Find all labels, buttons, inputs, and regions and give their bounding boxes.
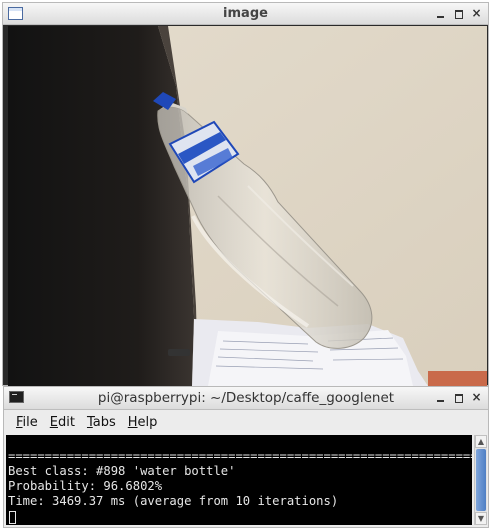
terminal-output[interactable]: ========================================… — [6, 435, 472, 525]
time-line: Time: 3469.37 ms (average from 10 iterat… — [8, 494, 339, 508]
menu-edit-mnemonic: E — [49, 414, 58, 430]
scrollbar-thumb[interactable] — [476, 449, 486, 511]
terminal-window: pi@raspberrypi: ~/Desktop/caffe_googlene… — [3, 386, 489, 528]
menu-edit-label: dit — [58, 414, 75, 430]
maximize-icon[interactable] — [453, 7, 464, 20]
camera-photo — [8, 26, 487, 386]
best-class-line: Best class: #898 'water bottle' — [8, 464, 236, 478]
menu-edit[interactable]: Edit — [44, 415, 81, 430]
menu-help-mnemonic: H — [127, 414, 138, 430]
menu-tabs[interactable]: Tabs — [81, 415, 122, 430]
image-window: image — [2, 2, 489, 386]
scroll-up-icon[interactable]: ▲ — [475, 435, 487, 448]
maximize-icon[interactable] — [453, 391, 464, 404]
terminal-titlebar[interactable]: pi@raspberrypi: ~/Desktop/caffe_googlene… — [4, 387, 488, 410]
terminal-title: pi@raspberrypi: ~/Desktop/caffe_googlene… — [97, 390, 395, 406]
scroll-down-icon[interactable]: ▼ — [475, 512, 487, 525]
probability-line: Probability: 96.6802% — [8, 479, 163, 493]
close-icon[interactable] — [471, 391, 482, 404]
image-window-titlebar[interactable]: image — [3, 3, 488, 25]
menu-file[interactable]: File — [10, 415, 44, 430]
terminal-scrollbar[interactable]: ▲ ▼ — [474, 435, 487, 525]
menu-tabs-label: abs — [92, 414, 116, 430]
close-icon[interactable] — [471, 7, 482, 20]
separator-line: ========================================… — [8, 449, 472, 463]
menu-help-label: elp — [137, 414, 158, 430]
terminal-menubar: File Edit Tabs Help — [4, 410, 488, 434]
menu-file-label: ile — [22, 414, 38, 430]
minimize-icon[interactable] — [435, 391, 446, 404]
minimize-icon[interactable] — [435, 7, 446, 20]
image-window-title: image — [223, 6, 268, 21]
terminal-cursor — [9, 511, 16, 524]
menu-help[interactable]: Help — [122, 415, 164, 430]
